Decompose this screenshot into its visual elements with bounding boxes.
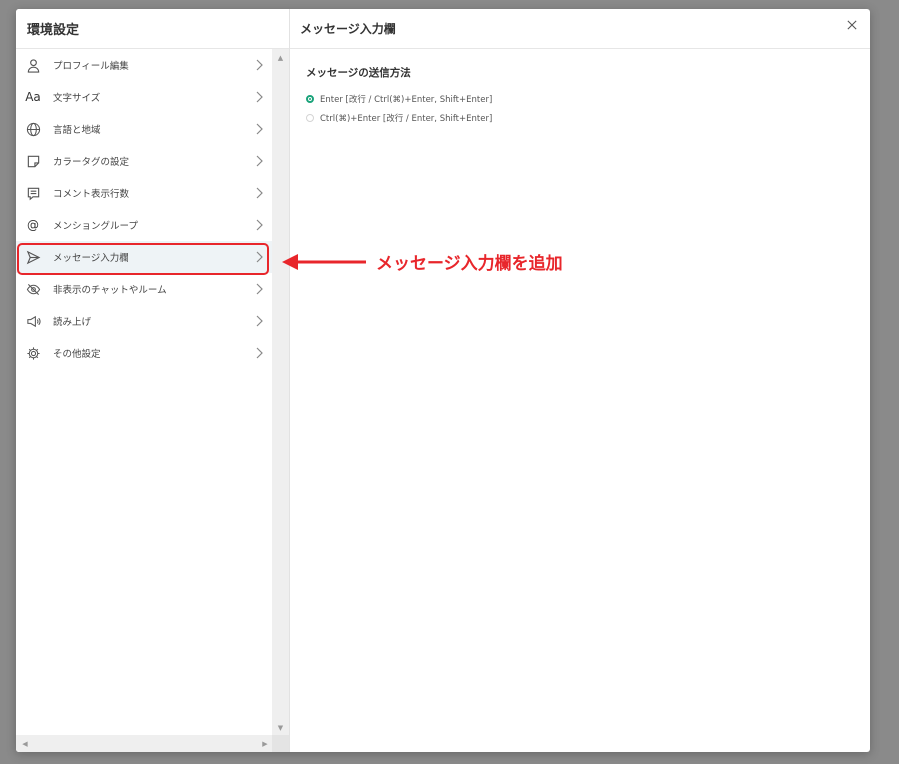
text-size-icon: Aa — [25, 90, 41, 104]
horizontal-scrollbar[interactable]: ◀ ▶ — [16, 735, 272, 752]
chevron-right-icon — [254, 154, 264, 168]
settings-menu: プロフィール編集 Aa 文字サイズ 言語と地域 カラータグの設定 コメント表示行… — [16, 49, 272, 369]
sidebar-item-profile[interactable]: プロフィール編集 — [16, 49, 272, 81]
annotation-arrow-icon — [282, 254, 366, 270]
sidebar-item-label: 文字サイズ — [53, 93, 101, 104]
scroll-right-icon[interactable]: ▶ — [258, 735, 272, 752]
radio-selected[interactable] — [306, 95, 314, 103]
chevron-right-icon — [254, 346, 264, 360]
radio-unselected[interactable] — [306, 114, 314, 122]
globe-icon — [25, 121, 41, 137]
scroll-up-icon[interactable]: ▲ — [272, 51, 289, 65]
section-title: メッセージの送信方法 — [306, 67, 411, 79]
chevron-right-icon — [254, 122, 264, 136]
sidebar-item-label: 言語と地域 — [53, 125, 101, 136]
sidebar-item-label: 非表示のチャットやルーム — [53, 285, 167, 296]
scroll-left-icon[interactable]: ◀ — [18, 735, 32, 752]
eye-off-icon — [25, 281, 41, 297]
chevron-right-icon — [254, 58, 264, 72]
comment-lines-icon — [25, 185, 41, 201]
sidebar-item-label: メンショングループ — [53, 221, 138, 232]
chevron-right-icon — [254, 218, 264, 232]
sidebar-item-mention-group[interactable]: @ メンショングループ — [16, 209, 272, 241]
annotation-text: メッセージ入力欄を追加 — [376, 254, 563, 274]
sidebar-item-comment-lines[interactable]: コメント表示行数 — [16, 177, 272, 209]
send-option-label: Enter [改行 / Ctrl(⌘)+Enter, Shift+Enter] — [320, 95, 493, 105]
person-icon — [25, 57, 41, 73]
gear-icon — [25, 345, 41, 361]
sidebar-item-language[interactable]: 言語と地域 — [16, 113, 272, 145]
chevron-right-icon — [254, 282, 264, 296]
settings-content: メッセージ入力欄 メッセージの送信方法 Enter [改行 / Ctrl(⌘)+… — [290, 9, 870, 752]
chevron-right-icon — [254, 186, 264, 200]
chevron-right-icon — [254, 314, 264, 328]
sidebar-item-label: コメント表示行数 — [53, 189, 130, 200]
send-option-ctrl-enter[interactable]: Ctrl(⌘)+Enter [改行 / Enter, Shift+Enter] — [306, 112, 492, 124]
settings-sidebar: 環境設定 プロフィール編集 Aa 文字サイズ 言語と地域 カラータグの設定 コメ… — [16, 9, 290, 752]
chevron-right-icon — [254, 90, 264, 104]
tag-icon — [25, 153, 41, 169]
sidebar-item-read-aloud[interactable]: 読み上げ — [16, 305, 272, 337]
sidebar-item-label: 読み上げ — [53, 317, 92, 328]
settings-dialog: 環境設定 プロフィール編集 Aa 文字サイズ 言語と地域 カラータグの設定 コメ… — [16, 9, 870, 752]
close-icon[interactable] — [844, 17, 860, 33]
scroll-down-icon[interactable]: ▼ — [272, 721, 289, 735]
megaphone-icon — [25, 313, 41, 329]
vertical-scrollbar[interactable]: ▲ ▼ — [272, 49, 289, 735]
sidebar-title: 環境設定 — [16, 9, 289, 49]
sidebar-item-hidden-chats[interactable]: 非表示のチャットやルーム — [16, 273, 272, 305]
send-option-enter[interactable]: Enter [改行 / Ctrl(⌘)+Enter, Shift+Enter] — [306, 93, 492, 105]
sidebar-item-color-tag[interactable]: カラータグの設定 — [16, 145, 272, 177]
sidebar-item-label: カラータグの設定 — [53, 157, 130, 168]
scrollbar-corner — [272, 735, 289, 752]
sidebar-item-font-size[interactable]: Aa 文字サイズ — [16, 81, 272, 113]
page-title: メッセージ入力欄 — [290, 9, 870, 49]
highlight-box — [17, 243, 269, 275]
sidebar-item-label: その他設定 — [53, 349, 101, 360]
sidebar-item-label: プロフィール編集 — [53, 61, 129, 72]
send-option-label: Ctrl(⌘)+Enter [改行 / Enter, Shift+Enter] — [320, 114, 493, 124]
at-icon: @ — [27, 218, 39, 232]
sidebar-item-other-settings[interactable]: その他設定 — [16, 337, 272, 369]
